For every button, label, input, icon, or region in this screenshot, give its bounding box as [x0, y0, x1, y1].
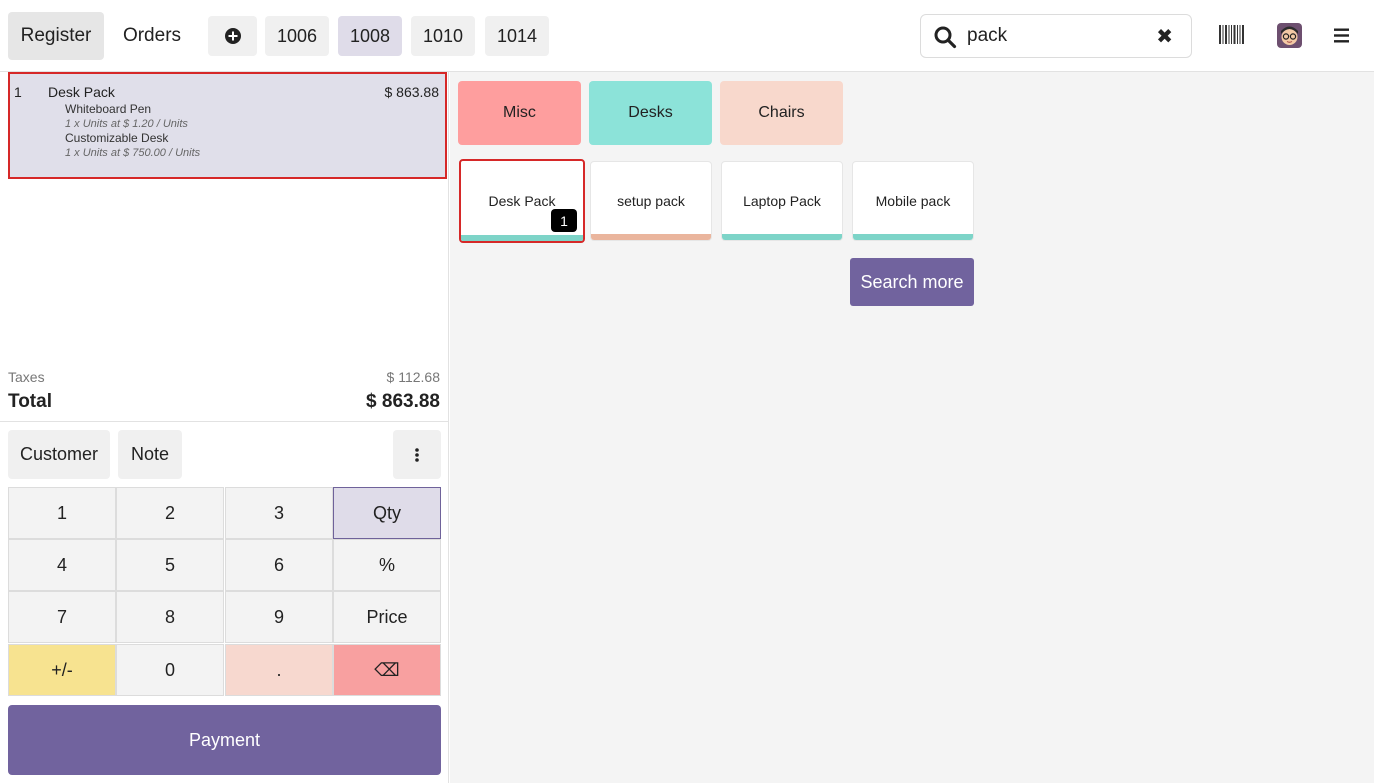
numpad-backspace[interactable]: ⌫	[333, 644, 441, 696]
top-navbar: Register Orders 1006 1008 1010 1014 ✖	[0, 0, 1374, 72]
order-tab-1010[interactable]: 1010	[411, 16, 475, 56]
product-color-bar	[461, 235, 583, 241]
product-card-setup-pack[interactable]: setup pack	[590, 161, 712, 241]
order-line-desk-pack[interactable]: 1 Desk Pack $ 863.88 Whiteboard Pen 1 x …	[8, 72, 447, 179]
numpad-key-7[interactable]: 7	[8, 591, 116, 643]
avatar[interactable]	[1277, 23, 1302, 53]
order-panel: 1 Desk Pack $ 863.88 Whiteboard Pen 1 x …	[0, 72, 449, 783]
product-color-bar	[591, 234, 711, 240]
product-name: setup pack	[617, 193, 685, 209]
numpad-key-2[interactable]: 2	[116, 487, 224, 539]
note-button[interactable]: Note	[118, 430, 182, 479]
numpad-key-8[interactable]: 8	[116, 591, 224, 643]
numpad: 1 2 3 Qty 4 5 6 % 7 8 9 Price +/- 0 . ⌫	[8, 487, 441, 697]
product-color-bar	[722, 234, 842, 240]
register-button[interactable]: Register	[8, 12, 104, 60]
payment-button[interactable]: Payment	[8, 705, 441, 775]
category-chairs[interactable]: Chairs	[720, 81, 843, 145]
search-input[interactable]	[967, 23, 1147, 49]
numpad-plus-minus[interactable]: +/-	[8, 644, 116, 696]
numpad-key-4[interactable]: 4	[8, 539, 116, 591]
numpad-price-mode[interactable]: Price	[333, 591, 441, 643]
numpad-key-6[interactable]: 6	[225, 539, 333, 591]
customer-button[interactable]: Customer	[8, 430, 110, 479]
divider	[0, 421, 449, 422]
category-misc[interactable]: Misc	[458, 81, 581, 145]
category-desks[interactable]: Desks	[589, 81, 712, 145]
order-tab-1014[interactable]: 1014	[485, 16, 549, 56]
combo-item-name: Whiteboard Pen	[65, 102, 152, 116]
close-icon[interactable]: ✖	[1156, 24, 1173, 49]
combo-item-detail: 1 x Units at $ 750.00 / Units	[65, 147, 201, 159]
plus-circle-icon	[224, 28, 241, 44]
taxes-value: $ 112.68	[386, 369, 440, 385]
product-qty-badge: 1	[551, 209, 577, 232]
product-card-laptop-pack[interactable]: Laptop Pack	[721, 161, 843, 241]
total-value: $ 863.88	[366, 391, 440, 412]
orders-button[interactable]: Orders	[112, 12, 192, 60]
numpad-key-5[interactable]: 5	[116, 539, 224, 591]
more-actions-button[interactable]	[393, 430, 441, 479]
product-card-mobile-pack[interactable]: Mobile pack	[852, 161, 974, 241]
barcode-icon[interactable]	[1219, 25, 1244, 49]
numpad-key-3[interactable]: 3	[225, 487, 333, 539]
search-icon	[933, 25, 957, 54]
product-color-bar	[853, 234, 973, 240]
product-name: Laptop Pack	[743, 193, 821, 209]
total-label: Total	[8, 391, 52, 412]
numpad-key-0[interactable]: 0	[116, 644, 224, 696]
order-line-name: Desk Pack	[48, 84, 115, 100]
new-order-button[interactable]	[208, 16, 257, 56]
numpad-key-9[interactable]: 9	[225, 591, 333, 643]
order-line-price: $ 863.88	[384, 84, 440, 100]
taxes-label: Taxes	[8, 369, 45, 385]
hamburger-menu-icon[interactable]	[1334, 28, 1349, 48]
order-tab-1008[interactable]: 1008	[338, 16, 402, 56]
product-card-desk-pack[interactable]: Desk Pack 1	[459, 159, 585, 243]
search-more-button[interactable]: Search more	[850, 258, 974, 306]
product-name: Desk Pack	[488, 193, 556, 209]
product-screen: Misc Desks Chairs Desk Pack 1 setup pack…	[450, 72, 1374, 783]
numpad-decimal[interactable]: .	[225, 644, 333, 696]
product-name: Mobile pack	[875, 193, 951, 209]
numpad-key-1[interactable]: 1	[8, 487, 116, 539]
vertical-dots-icon	[415, 447, 419, 462]
numpad-qty-mode[interactable]: Qty	[333, 487, 441, 539]
order-line-qty: 1	[14, 84, 22, 100]
product-search-box: ✖	[920, 14, 1192, 58]
combo-item-name: Customizable Desk	[65, 131, 169, 145]
numpad-discount-mode[interactable]: %	[333, 539, 441, 591]
combo-item-detail: 1 x Units at $ 1.20 / Units	[65, 118, 188, 130]
order-tab-1006[interactable]: 1006	[265, 16, 329, 56]
